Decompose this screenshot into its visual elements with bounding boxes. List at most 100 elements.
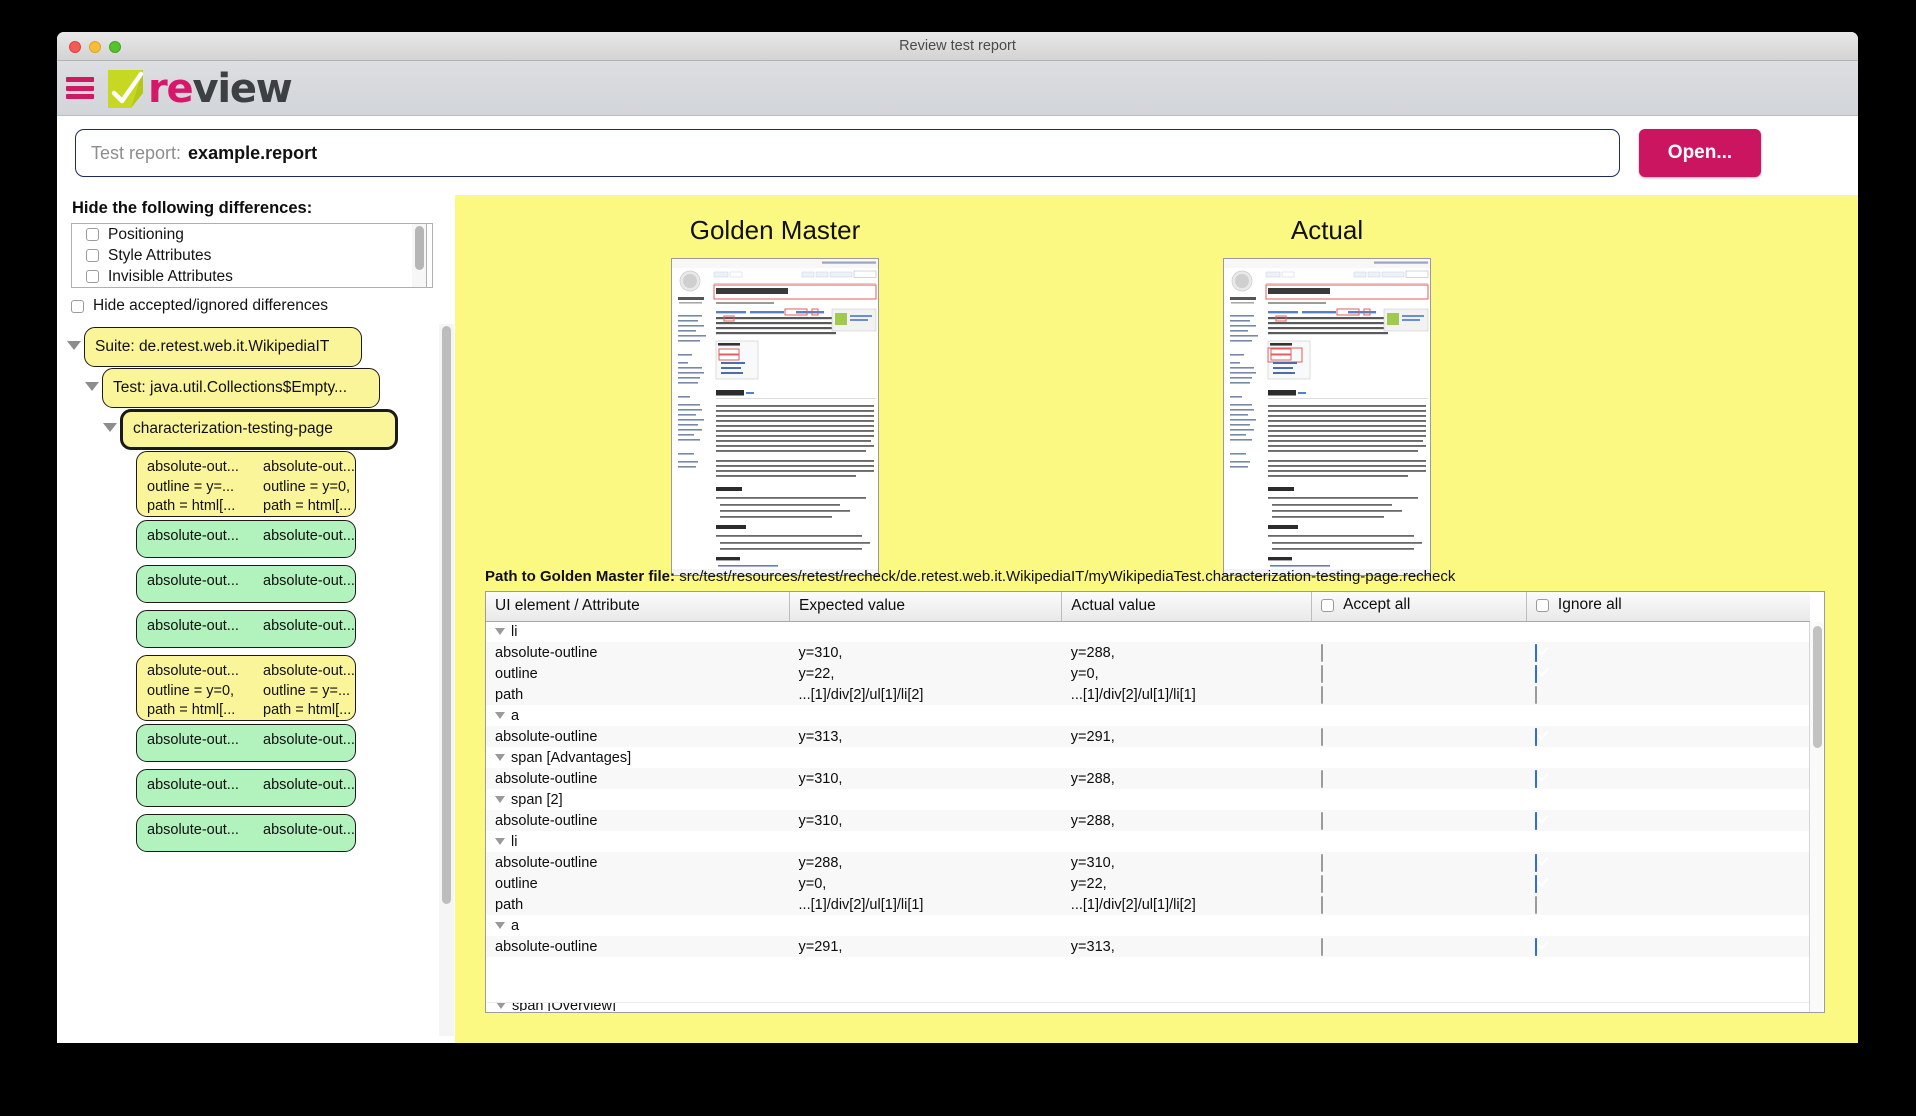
row-expand-triangle-icon[interactable] [495, 795, 505, 803]
table-row[interactable]: absolute-outline y=310, y=288, [486, 768, 1810, 789]
row-actual: y=288, [1061, 810, 1312, 831]
accept-checkbox[interactable] [1320, 811, 1323, 830]
table-row[interactable]: span [Advantages] [486, 747, 1810, 768]
tree-diff-line: absolute-out... absolute-out... [147, 732, 355, 748]
filter-option-positioning[interactable]: Positioning [72, 224, 432, 245]
ignore-checkbox[interactable] [1535, 769, 1538, 788]
test-expand-triangle-icon[interactable] [85, 382, 99, 391]
accept-checkbox[interactable] [1320, 769, 1323, 788]
table-row-clipped[interactable]: span [Overview] [487, 1002, 1810, 1011]
golden-master-screenshot[interactable] [671, 258, 879, 576]
tree-scrollbar[interactable] [439, 324, 454, 1036]
open-button[interactable]: Open... [1639, 129, 1761, 177]
row-expand-triangle-icon[interactable] [495, 627, 505, 635]
hide-accepted-checkbox[interactable] [71, 299, 84, 313]
tree-node-test[interactable]: Test: java.util.Collections$Empty... [102, 368, 380, 408]
tree-diff-node[interactable]: absolute-out... absolute-out... [136, 814, 356, 852]
tree-diff-node[interactable]: absolute-out... absolute-out... [136, 769, 356, 807]
table-scrollbar[interactable] [1809, 622, 1823, 1012]
left-sidebar: Hide the following differences: Position… [57, 194, 454, 1043]
table-row[interactable]: absolute-outline y=310, y=288, [486, 642, 1810, 663]
accept-checkbox[interactable] [1320, 664, 1323, 683]
tree-diff-node[interactable]: absolute-out... absolute-out... [136, 520, 356, 558]
row-expand-triangle-icon[interactable] [495, 711, 505, 719]
table-row[interactable]: a [486, 915, 1810, 936]
ignore-checkbox[interactable] [1535, 895, 1538, 914]
tree-diff-line: absolute-out... absolute-out... [147, 663, 355, 679]
ignore-checkbox[interactable] [1535, 937, 1538, 956]
style-attributes-checkbox[interactable] [86, 249, 99, 262]
table-row[interactable]: outline y=0, y=22, [486, 873, 1810, 894]
ignore-checkbox[interactable] [1535, 727, 1538, 746]
ignore-checkbox[interactable] [1535, 811, 1538, 830]
tree-diff-node[interactable]: absolute-out... absolute-out... [136, 565, 356, 603]
filter-option-style-attributes[interactable]: Style Attributes [72, 245, 432, 266]
col-ui-element[interactable]: UI element / Attribute [486, 592, 791, 622]
tree-diff-line: absolute-out... absolute-out... [147, 573, 355, 589]
ignore-checkbox[interactable] [1535, 664, 1538, 683]
filters-heading: Hide the following differences: [72, 199, 313, 217]
tree-diff-node[interactable]: absolute-out... absolute-out... [136, 724, 356, 762]
table-row[interactable]: absolute-outline y=288, y=310, [486, 852, 1810, 873]
filter-scrollbar-thumb[interactable] [415, 226, 424, 270]
tree-node-characterization-testing-page[interactable]: characterization-testing-page [120, 409, 398, 450]
col-actual-value[interactable]: Actual value [1061, 592, 1313, 622]
accept-checkbox[interactable] [1320, 895, 1323, 914]
suite-expand-triangle-icon[interactable] [67, 341, 81, 350]
table-row[interactable]: li [486, 831, 1810, 852]
row-expand-triangle-icon[interactable] [495, 837, 505, 845]
tree-diff-line: absolute-out... absolute-out... [147, 528, 355, 544]
report-path-field[interactable]: Test report: example.report [75, 129, 1620, 177]
accept-all-checkbox[interactable] [1321, 598, 1335, 612]
row-attribute: absolute-outline [486, 768, 790, 789]
actual-screenshot[interactable] [1223, 258, 1431, 576]
ignore-all-checkbox[interactable] [1535, 598, 1549, 612]
table-row[interactable]: path ...[1]/div[2]/ul[1]/li[2] ...[1]/di… [486, 684, 1810, 705]
table-row[interactable]: span [2] [486, 789, 1810, 810]
table-row[interactable]: absolute-outline y=310, y=288, [486, 810, 1810, 831]
col-accept-all[interactable]: Accept all [1311, 592, 1527, 622]
ignore-checkbox[interactable] [1535, 853, 1538, 872]
filter-option-invisible-attributes[interactable]: Invisible Attributes [72, 266, 432, 287]
tree-node-suite[interactable]: Suite: de.retest.web.it.WikipediaIT [84, 327, 362, 367]
tree-diff-line: absolute-out... absolute-out... [147, 822, 355, 838]
row-expand-triangle-icon[interactable] [495, 921, 505, 929]
accept-checkbox[interactable] [1320, 685, 1323, 704]
path-value: src/test/resources/retest/recheck/de.ret… [679, 568, 1456, 585]
ignore-checkbox[interactable] [1535, 874, 1538, 893]
accept-checkbox[interactable] [1320, 853, 1323, 872]
tree-diff-node[interactable]: absolute-out... absolute-out... [136, 610, 356, 648]
tree-scrollbar-thumb[interactable] [442, 326, 451, 904]
tree-diff-node[interactable]: absolute-out... absolute-out... outline =… [136, 655, 356, 721]
table-row[interactable]: path ...[1]/div[2]/ul[1]/li[1] ...[1]/di… [486, 894, 1810, 915]
table-row[interactable]: absolute-outline y=313, y=291, [486, 726, 1810, 747]
ignore-checkbox[interactable] [1535, 685, 1538, 704]
col-ignore-all[interactable]: Ignore all [1526, 592, 1810, 622]
report-value: example.report [188, 142, 318, 163]
accept-checkbox[interactable] [1320, 643, 1323, 662]
window-title-bar: Review test report [57, 32, 1858, 61]
ignore-checkbox[interactable] [1535, 643, 1538, 662]
row-expand-triangle-icon[interactable] [495, 753, 505, 761]
hamburger-menu-icon[interactable] [66, 75, 94, 101]
hide-accepted-row[interactable]: Hide accepted/ignored differences [71, 297, 328, 315]
table-body: li absolute-outline y=310, y=288, outlin… [486, 621, 1810, 957]
table-row[interactable]: absolute-outline y=291, y=313, [486, 936, 1810, 957]
tree-diff-node[interactable]: absolute-out... absolute-out... outline =… [136, 451, 356, 517]
state-expand-triangle-icon[interactable] [103, 423, 117, 432]
table-scrollbar-thumb[interactable] [1813, 626, 1822, 748]
accept-checkbox[interactable] [1320, 937, 1323, 956]
tree-node-state-label: characterization-testing-page [133, 420, 333, 438]
row-attribute: absolute-outline [486, 936, 790, 957]
table-row[interactable]: outline y=22, y=0, [486, 663, 1810, 684]
accept-checkbox[interactable] [1320, 874, 1323, 893]
table-row[interactable]: a [486, 705, 1810, 726]
col-expected-value[interactable]: Expected value [789, 592, 1063, 622]
filter-scrollbar[interactable] [412, 223, 427, 288]
invisible-attributes-checkbox[interactable] [86, 270, 99, 283]
table-row[interactable]: li [486, 621, 1810, 642]
row-expand-triangle-icon[interactable] [496, 1003, 506, 1009]
accept-checkbox[interactable] [1320, 727, 1323, 746]
row-expected: y=22, [789, 663, 1062, 684]
positioning-checkbox[interactable] [86, 228, 99, 241]
